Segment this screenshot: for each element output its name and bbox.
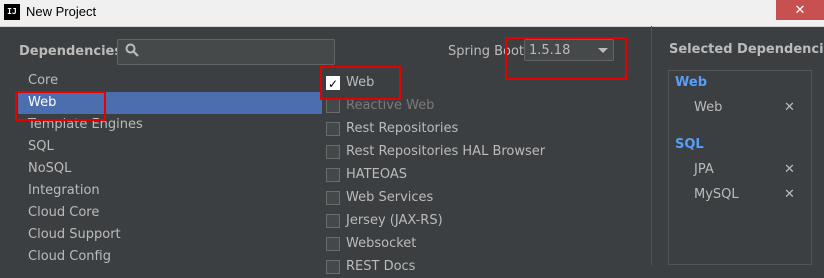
- category-item-sql[interactable]: SQL: [18, 136, 322, 158]
- dependency-checkbox[interactable]: [326, 214, 340, 228]
- dependency-label: HATEOAS: [346, 167, 407, 182]
- panel-divider: [651, 26, 652, 265]
- dependency-label: Rest Repositories HAL Browser: [346, 144, 546, 159]
- selected-dependencies-heading: Selected Dependencies: [669, 42, 824, 57]
- category-item-nosql[interactable]: NoSQL: [18, 158, 322, 180]
- dependency-label: Web Services: [346, 190, 434, 205]
- dependency-checkbox[interactable]: [326, 168, 340, 182]
- category-item-cloud-core[interactable]: Cloud Core: [18, 202, 322, 224]
- selected-item-web: Web: [694, 100, 723, 115]
- dependency-label: Jersey (JAX-RS): [346, 213, 443, 228]
- selected-item-mysql: MySQL: [694, 187, 739, 202]
- dependency-checkbox[interactable]: [326, 237, 340, 251]
- remove-icon[interactable]: ✕: [784, 100, 795, 115]
- window-title: New Project: [26, 4, 97, 19]
- annotation-box-web-checkbox: [320, 66, 401, 100]
- intellij-app-icon: IJ: [4, 4, 20, 20]
- remove-icon[interactable]: ✕: [784, 162, 795, 177]
- category-item-core[interactable]: Core: [18, 70, 322, 92]
- dependency-label: Websocket: [346, 236, 417, 251]
- dependencies-heading: Dependencies: [19, 44, 123, 59]
- selected-group-sql: SQL: [675, 137, 704, 152]
- dependency-checkbox[interactable]: [326, 260, 340, 274]
- close-button[interactable]: ✕: [776, 0, 824, 20]
- annotation-box-web-category: [15, 91, 106, 121]
- selected-group-web: Web: [675, 75, 707, 90]
- category-item-integration[interactable]: Integration: [18, 180, 322, 202]
- remove-icon[interactable]: ✕: [784, 187, 795, 202]
- search-input[interactable]: [117, 39, 335, 65]
- dependency-checkbox[interactable]: [326, 145, 340, 159]
- dependency-checkbox[interactable]: [326, 122, 340, 136]
- annotation-box-version: [505, 37, 627, 80]
- dependency-checkbox[interactable]: [326, 99, 340, 113]
- selected-item-jpa: JPA: [694, 162, 714, 177]
- dependency-checkbox[interactable]: [326, 191, 340, 205]
- dependency-label: REST Docs: [346, 259, 416, 274]
- search-icon: [125, 43, 139, 57]
- category-item-cloud-support[interactable]: Cloud Support: [18, 224, 322, 246]
- dependency-label: Rest Repositories: [346, 121, 459, 136]
- title-bar: IJ New Project ✕: [0, 0, 824, 27]
